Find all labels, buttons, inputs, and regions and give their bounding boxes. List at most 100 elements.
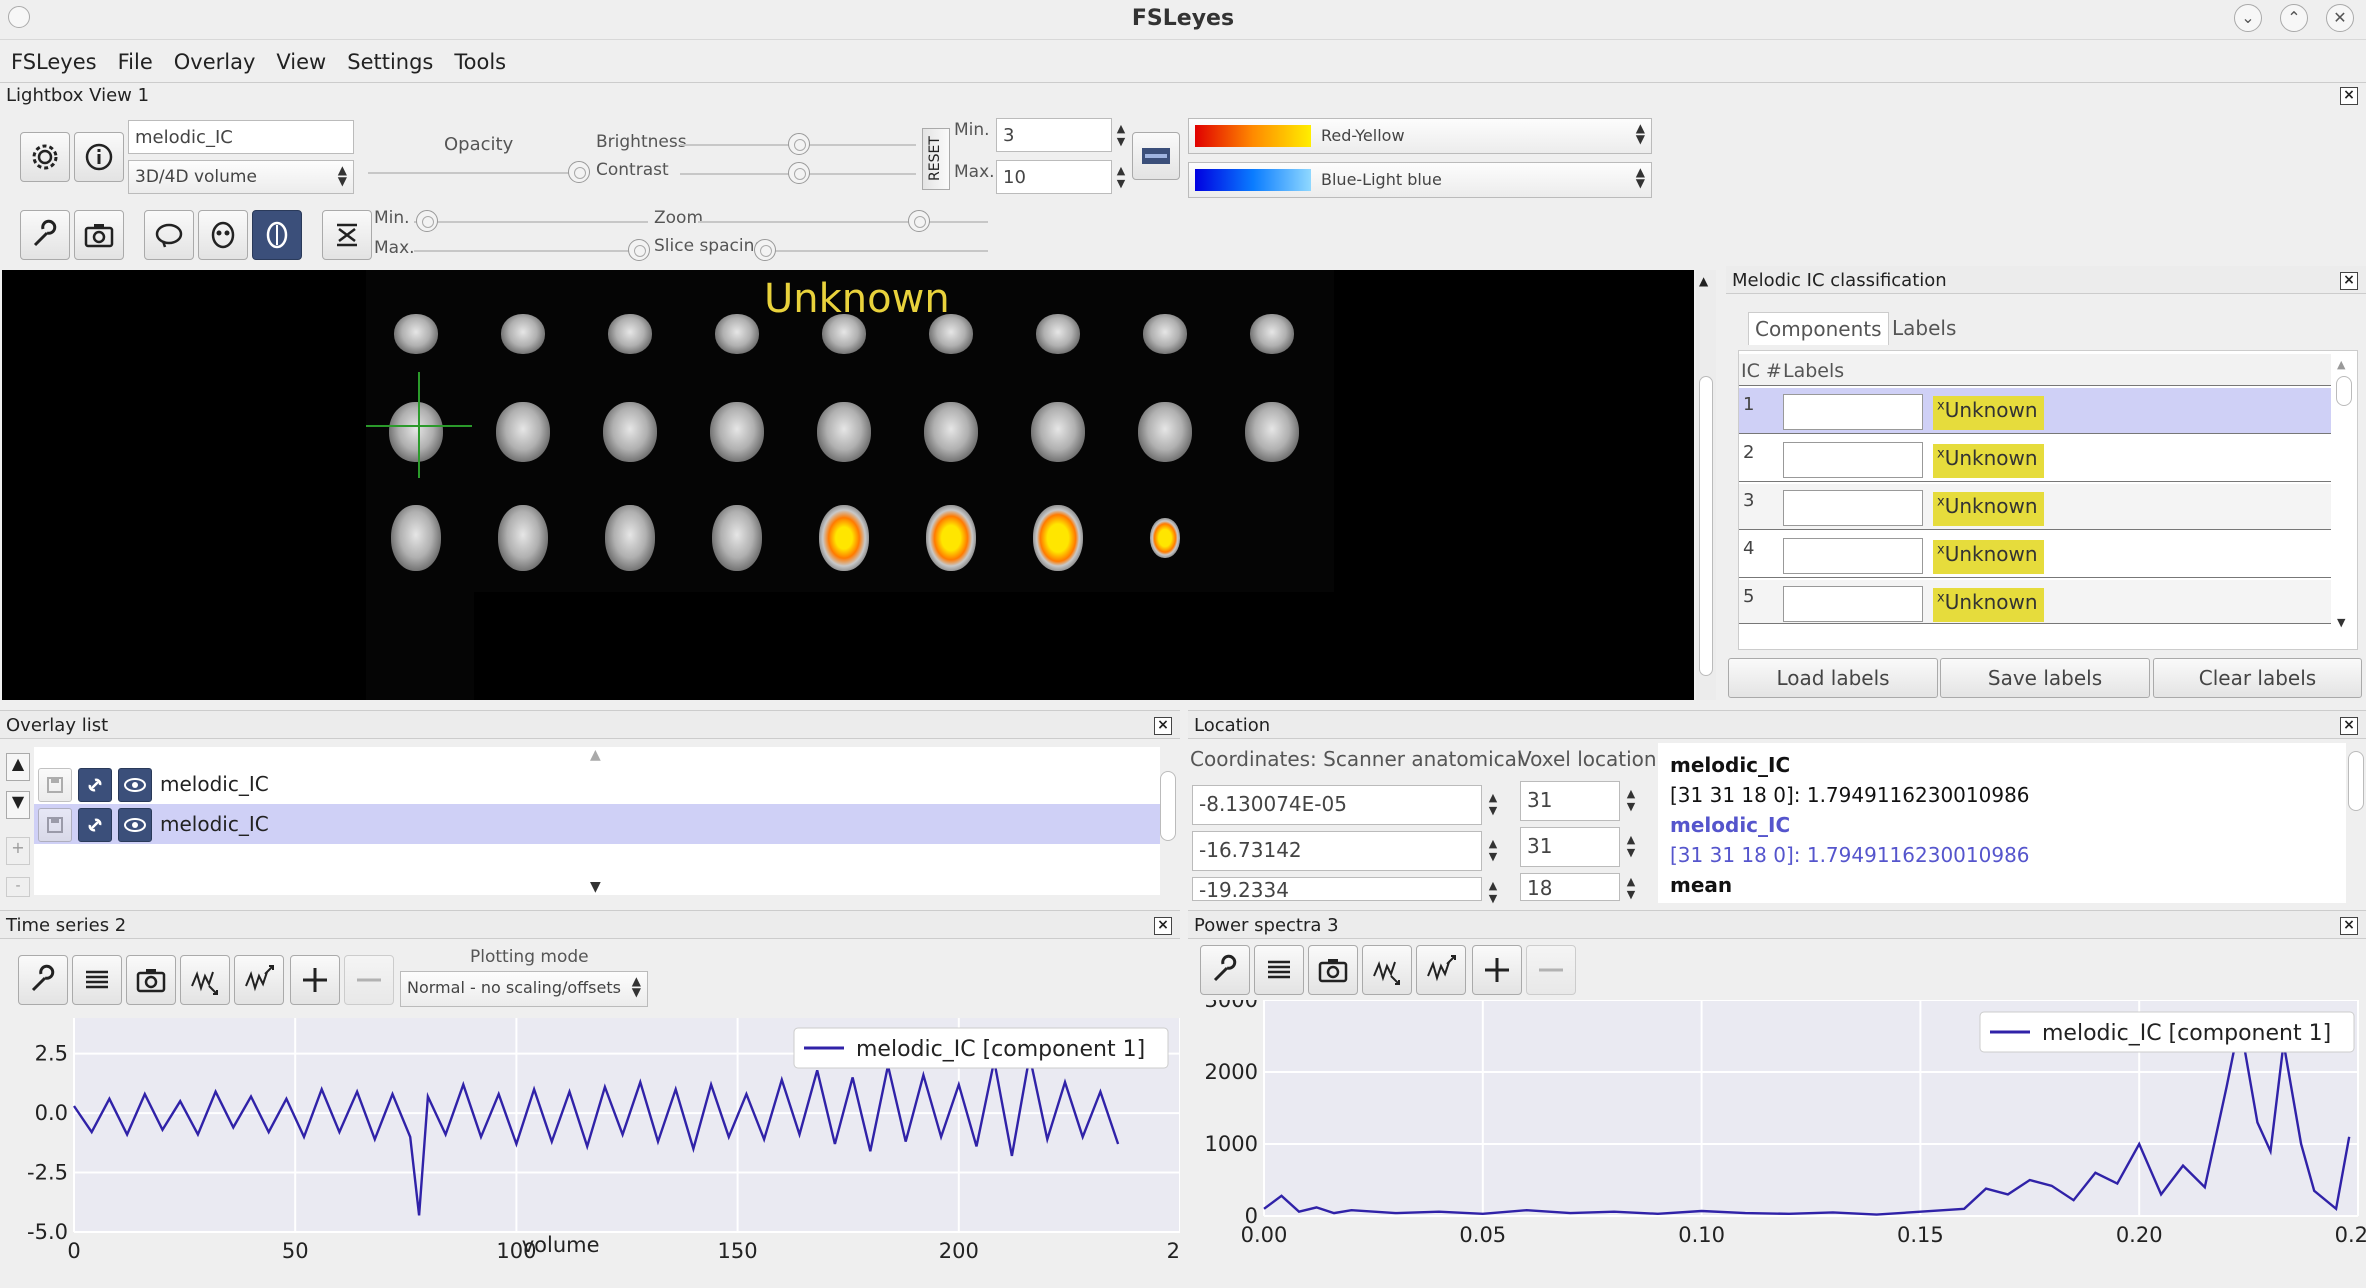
remove-tag-icon[interactable]: x: [1937, 542, 1945, 557]
tab-components[interactable]: Components: [1748, 312, 1889, 345]
canvas-scrollbar-thumb[interactable]: [1699, 376, 1713, 676]
zoom-slider-handle[interactable]: [908, 210, 930, 232]
menu-overlay[interactable]: Overlay: [163, 40, 266, 74]
coord-z-spinner[interactable]: ▲ ▼: [1484, 879, 1502, 905]
voxel-x-input[interactable]: 31: [1520, 781, 1620, 821]
move-down-button[interactable]: ▼: [6, 791, 30, 819]
zrange-min-slider[interactable]: [414, 221, 648, 223]
visibility-icon[interactable]: [118, 808, 152, 842]
location-scrollbar[interactable]: [2348, 751, 2364, 811]
wrench-icon[interactable]: [18, 955, 68, 1005]
wrench-icon[interactable]: [1200, 945, 1250, 995]
opacity-slider[interactable]: [368, 172, 588, 174]
voxel-z-input[interactable]: 18: [1520, 873, 1620, 901]
add-series-icon[interactable]: [290, 955, 340, 1005]
display-max-spinner[interactable]: ▲ ▼: [1112, 164, 1130, 190]
voxel-y-input[interactable]: 31: [1520, 827, 1620, 867]
slice-spacing-slider-handle[interactable]: [754, 239, 776, 261]
axial-icon[interactable]: [252, 210, 302, 260]
overlay-list-close-icon[interactable]: ×: [1154, 717, 1172, 735]
ic-label-tag[interactable]: xUnknown: [1933, 444, 2044, 478]
remove-overlay-button[interactable]: -: [6, 877, 30, 897]
sagittal-icon[interactable]: [144, 210, 194, 260]
brightness-slider-handle[interactable]: [788, 133, 810, 155]
coord-x-spinner[interactable]: ▲ ▼: [1484, 791, 1502, 817]
timeseries-plot[interactable]: 050100150200252.50.0-2.5-5.0melodic_IC […: [0, 1016, 1180, 1268]
coord-z-input[interactable]: -19.2334: [1192, 877, 1482, 901]
melodic-close-icon[interactable]: ×: [2340, 272, 2358, 290]
scroll-up-icon[interactable]: ▲: [590, 747, 601, 763]
link-icon[interactable]: [78, 808, 112, 842]
ic-label-input[interactable]: [1783, 586, 1923, 622]
ic-table-scrollbar-thumb[interactable]: [2336, 376, 2352, 406]
timeseries-close-icon[interactable]: ×: [1154, 917, 1172, 935]
add-overlay-button[interactable]: +: [6, 837, 30, 865]
import-data-icon[interactable]: [1362, 945, 1412, 995]
reset-button[interactable]: RESET: [922, 128, 950, 190]
menu-settings[interactable]: Settings: [336, 40, 443, 74]
menu-tools[interactable]: Tools: [443, 40, 516, 74]
list-icon[interactable]: [72, 955, 122, 1005]
zrange-min-slider-handle[interactable]: [416, 210, 438, 232]
save-icon[interactable]: [38, 808, 72, 842]
table-row[interactable]: 2 xUnknown: [1739, 436, 2331, 482]
ic-label-tag[interactable]: xUnknown: [1933, 396, 2044, 430]
add-series-icon[interactable]: [1472, 945, 1522, 995]
visibility-icon[interactable]: [118, 768, 152, 802]
colormap-select[interactable]: Red-Yellow ▲ ▼: [1188, 118, 1652, 154]
plotting-mode-select[interactable]: Normal - no scaling/offsets ▲ ▼: [400, 971, 648, 1007]
list-item[interactable]: melodic_IC: [34, 764, 1160, 804]
voxel-x-spinner[interactable]: ▲ ▼: [1622, 787, 1640, 813]
display-min-spinner[interactable]: ▲ ▼: [1112, 122, 1130, 148]
info-icon[interactable]: [74, 132, 124, 182]
menu-view[interactable]: View: [265, 40, 336, 74]
remove-tag-icon[interactable]: x: [1937, 590, 1945, 605]
zrange-max-slider[interactable]: [414, 250, 648, 252]
ic-label-tag[interactable]: xUnknown: [1933, 492, 2044, 526]
camera-icon[interactable]: [74, 210, 124, 260]
slice-spacing-slider[interactable]: [768, 250, 988, 252]
scroll-down-icon[interactable]: ▼: [590, 879, 601, 895]
remove-tag-icon[interactable]: x: [1937, 494, 1945, 509]
scroll-up-icon[interactable]: ▲: [1699, 274, 1708, 288]
ic-label-tag[interactable]: xUnknown: [1933, 540, 2044, 574]
remove-tag-icon[interactable]: x: [1937, 446, 1945, 461]
clear-labels-button[interactable]: Clear labels: [2153, 658, 2362, 698]
save-icon[interactable]: [38, 768, 72, 802]
lightbox-canvas[interactable]: Unknown: [2, 270, 1694, 700]
zoom-slider[interactable]: [698, 221, 988, 223]
negative-colormap-select[interactable]: Blue-Light blue ▲ ▼: [1188, 162, 1652, 198]
list-item[interactable]: melodic_IC: [34, 804, 1160, 844]
move-up-button[interactable]: ▲: [6, 753, 30, 781]
remove-tag-icon[interactable]: x: [1937, 398, 1945, 413]
overlay-list-scrollbar[interactable]: [1160, 771, 1176, 841]
voxel-y-spinner[interactable]: ▲ ▼: [1622, 833, 1640, 859]
location-close-icon[interactable]: ×: [2340, 717, 2358, 735]
ic-table-scrollbar[interactable]: ▲ ▼: [2334, 354, 2354, 640]
link-icon[interactable]: [78, 768, 112, 802]
contrast-slider-handle[interactable]: [788, 162, 810, 184]
zrange-icon[interactable]: [322, 210, 372, 260]
save-labels-button[interactable]: Save labels: [1940, 658, 2150, 698]
wrench-icon[interactable]: [20, 210, 70, 260]
scroll-up-icon[interactable]: ▲: [2337, 358, 2345, 371]
display-min-input[interactable]: 3: [996, 118, 1112, 152]
overlay-type-select[interactable]: 3D/4D volume ▲ ▼: [128, 160, 354, 194]
overlay-name-input[interactable]: melodic_IC: [128, 120, 354, 154]
menu-file[interactable]: File: [107, 40, 163, 74]
remove-series-icon[interactable]: [344, 955, 394, 1005]
list-icon[interactable]: [1254, 945, 1304, 995]
camera-icon[interactable]: [1308, 945, 1358, 995]
camera-icon[interactable]: [126, 955, 176, 1005]
table-row[interactable]: 5 xUnknown: [1739, 580, 2331, 624]
menu-fsleyes[interactable]: FSLeyes: [0, 40, 107, 74]
load-labels-button[interactable]: Load labels: [1728, 658, 1938, 698]
import-data-icon[interactable]: [180, 955, 230, 1005]
close-icon[interactable]: ✕: [2326, 4, 2354, 32]
ic-label-input[interactable]: [1783, 490, 1923, 526]
maximize-icon[interactable]: ⌃: [2280, 4, 2308, 32]
scroll-down-icon[interactable]: ▼: [2337, 616, 2345, 629]
minimize-icon[interactable]: ⌄: [2234, 4, 2262, 32]
remove-series-icon[interactable]: [1526, 945, 1576, 995]
table-row[interactable]: 1 xUnknown: [1739, 388, 2331, 434]
